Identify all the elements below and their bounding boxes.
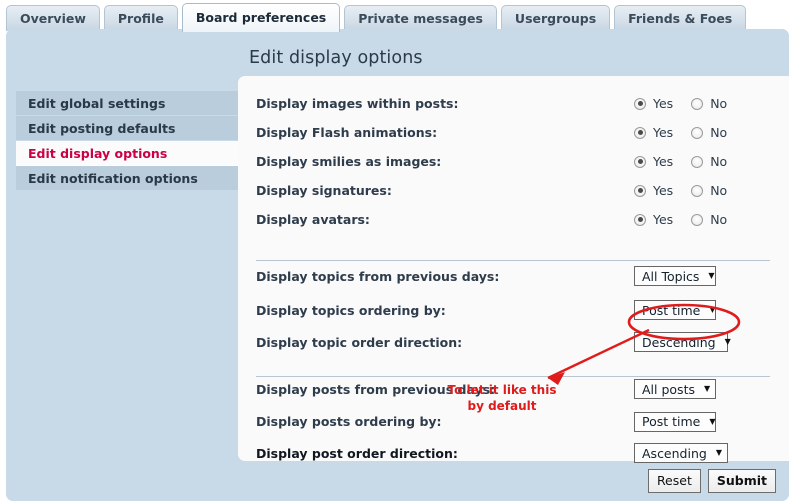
option-controls: Yes No <box>634 89 745 118</box>
radio-indicator-on <box>634 184 646 197</box>
radio-display-avatars-yes[interactable]: Yes <box>634 212 673 227</box>
chevron-down-icon: ▼ <box>703 384 711 393</box>
select-value: All Topics <box>642 268 700 284</box>
option-controls: Post time ▼ <box>634 406 716 437</box>
sidebar-item-edit-posting-defaults[interactable]: Edit posting defaults <box>16 116 238 141</box>
radio-label-yes: Yes <box>653 96 674 111</box>
radio-indicator-off <box>691 126 704 139</box>
radio-indicator-on <box>634 97 646 110</box>
display-options-form: Display images within posts: Yes No Disp… <box>238 76 789 463</box>
option-controls: All Topics ▼ <box>634 258 716 294</box>
sidebar-item-edit-global-settings[interactable]: Edit global settings <box>16 91 238 116</box>
select-value: Descending <box>642 334 716 350</box>
tab-friends-foes[interactable]: Friends & Foes <box>614 5 747 31</box>
option-controls: All posts ▼ <box>634 372 716 406</box>
radio-display-flash-yes[interactable]: Yes <box>634 125 673 140</box>
option-label: Display posts from previous days: <box>256 381 496 397</box>
chevron-down-icon: ▼ <box>709 416 716 426</box>
option-row-display-signatures: Display signatures: Yes No <box>238 176 789 205</box>
select-value: Post time <box>642 302 701 318</box>
chevron-down-icon: ▼ <box>724 337 731 346</box>
radio-display-images-no[interactable]: No <box>691 96 727 111</box>
submit-button[interactable]: Submit <box>707 469 776 493</box>
radio-indicator-off <box>691 97 704 110</box>
option-row-posts-previous-days: Display posts from previous days: All po… <box>238 372 789 406</box>
chevron-down-icon: ▼ <box>709 305 716 314</box>
radio-display-avatars-no[interactable]: No <box>691 212 727 227</box>
sidebar-item-edit-display-options[interactable]: Edit display options <box>16 141 248 166</box>
radio-indicator-off <box>691 213 704 226</box>
page-title: Edit display options <box>249 48 423 68</box>
option-row-topics-previous-days: Display topics from previous days: All T… <box>238 258 789 294</box>
option-row-display-smilies: Display smilies as images: Yes No <box>238 147 789 176</box>
option-label: Display posts ordering by: <box>256 414 442 429</box>
chevron-down-icon: ▼ <box>715 448 722 457</box>
radio-label-no: No <box>710 96 728 111</box>
select-topics-previous-days[interactable]: All Topics ▼ <box>634 266 716 286</box>
tab-profile[interactable]: Profile <box>103 5 178 31</box>
option-label: Display Flash animations: <box>256 125 438 140</box>
select-topics-ordering-by[interactable]: Post time ▼ <box>634 300 716 320</box>
radio-label-yes: Yes <box>653 212 674 227</box>
option-label: Display avatars: <box>256 212 370 227</box>
option-label: Display signatures: <box>256 183 392 198</box>
select-post-order-direction[interactable]: Ascending ▼ <box>634 443 728 463</box>
board-preferences-panel: Edit display options Edit global setting… <box>6 29 789 501</box>
option-row-topics-ordering-by: Display topics ordering by: Post time ▼ <box>238 294 789 326</box>
radio-indicator-off <box>691 184 704 197</box>
option-label: Display topic order direction: <box>256 334 463 350</box>
option-row-posts-ordering-by: Display posts ordering by: Post time ▼ <box>238 406 789 437</box>
option-row-display-flash: Display Flash animations: Yes No <box>238 118 789 147</box>
option-label: Display images within posts: <box>256 96 459 111</box>
radio-indicator-on <box>634 126 646 139</box>
option-controls: Yes No <box>634 205 745 234</box>
radio-display-signatures-yes[interactable]: Yes <box>634 183 673 198</box>
radio-indicator-on <box>634 155 646 168</box>
form-footer: Reset Submit <box>6 461 789 501</box>
option-label: Display smilies as images: <box>256 154 442 169</box>
radio-label-no: No <box>710 212 728 227</box>
option-controls: Descending ▼ <box>634 326 731 358</box>
radio-display-flash-no[interactable]: No <box>691 125 727 140</box>
radio-indicator-off <box>691 155 704 168</box>
option-controls: Yes No <box>634 118 745 147</box>
option-label: Display topics ordering by: <box>256 302 446 318</box>
option-row-topic-order-direction: Display topic order direction: Descendin… <box>238 326 789 358</box>
option-row-display-images: Display images within posts: Yes No <box>238 89 789 118</box>
select-topic-order-direction[interactable]: Descending ▼ <box>634 332 731 352</box>
radio-label-yes: Yes <box>653 183 674 198</box>
select-value: All posts <box>642 381 695 397</box>
option-controls: Post time ▼ <box>634 294 716 326</box>
option-label: Display topics from previous days: <box>256 268 500 284</box>
radio-label-no: No <box>710 125 728 140</box>
chevron-down-icon: ▼ <box>708 271 715 280</box>
sidebar-item-edit-notification-options[interactable]: Edit notification options <box>16 166 238 191</box>
radio-display-smilies-no[interactable]: No <box>691 154 727 169</box>
tab-list: Overview Profile Board preferences Priva… <box>6 2 750 32</box>
tab-bar: Overview Profile Board preferences Priva… <box>0 0 789 32</box>
select-value: Ascending <box>642 445 707 461</box>
radio-display-signatures-no[interactable]: No <box>691 183 727 198</box>
radio-label-no: No <box>710 183 728 198</box>
option-controls: Yes No <box>634 176 745 205</box>
radio-label-yes: Yes <box>653 125 674 140</box>
option-controls: Yes No <box>634 147 745 176</box>
tab-overview[interactable]: Overview <box>6 5 100 31</box>
select-posts-ordering-by[interactable]: Post time ▼ <box>634 411 716 432</box>
radio-display-smilies-yes[interactable]: Yes <box>634 154 673 169</box>
tab-board-preferences[interactable]: Board preferences <box>181 3 341 32</box>
tab-private-messages[interactable]: Private messages <box>344 5 497 31</box>
radio-display-images-yes[interactable]: Yes <box>634 96 673 111</box>
reset-button[interactable]: Reset <box>647 469 701 493</box>
sidebar-menu: Edit global settings Edit posting defaul… <box>16 91 248 191</box>
radio-label-no: No <box>710 154 728 169</box>
radio-indicator-on <box>634 213 646 226</box>
option-label: Display post order direction: <box>256 445 458 461</box>
select-posts-previous-days[interactable]: All posts ▼ <box>634 379 716 399</box>
select-value: Post time <box>642 414 701 429</box>
tab-usergroups[interactable]: Usergroups <box>500 5 611 31</box>
radio-label-yes: Yes <box>653 154 674 169</box>
option-row-display-avatars: Display avatars: Yes No <box>238 205 789 234</box>
